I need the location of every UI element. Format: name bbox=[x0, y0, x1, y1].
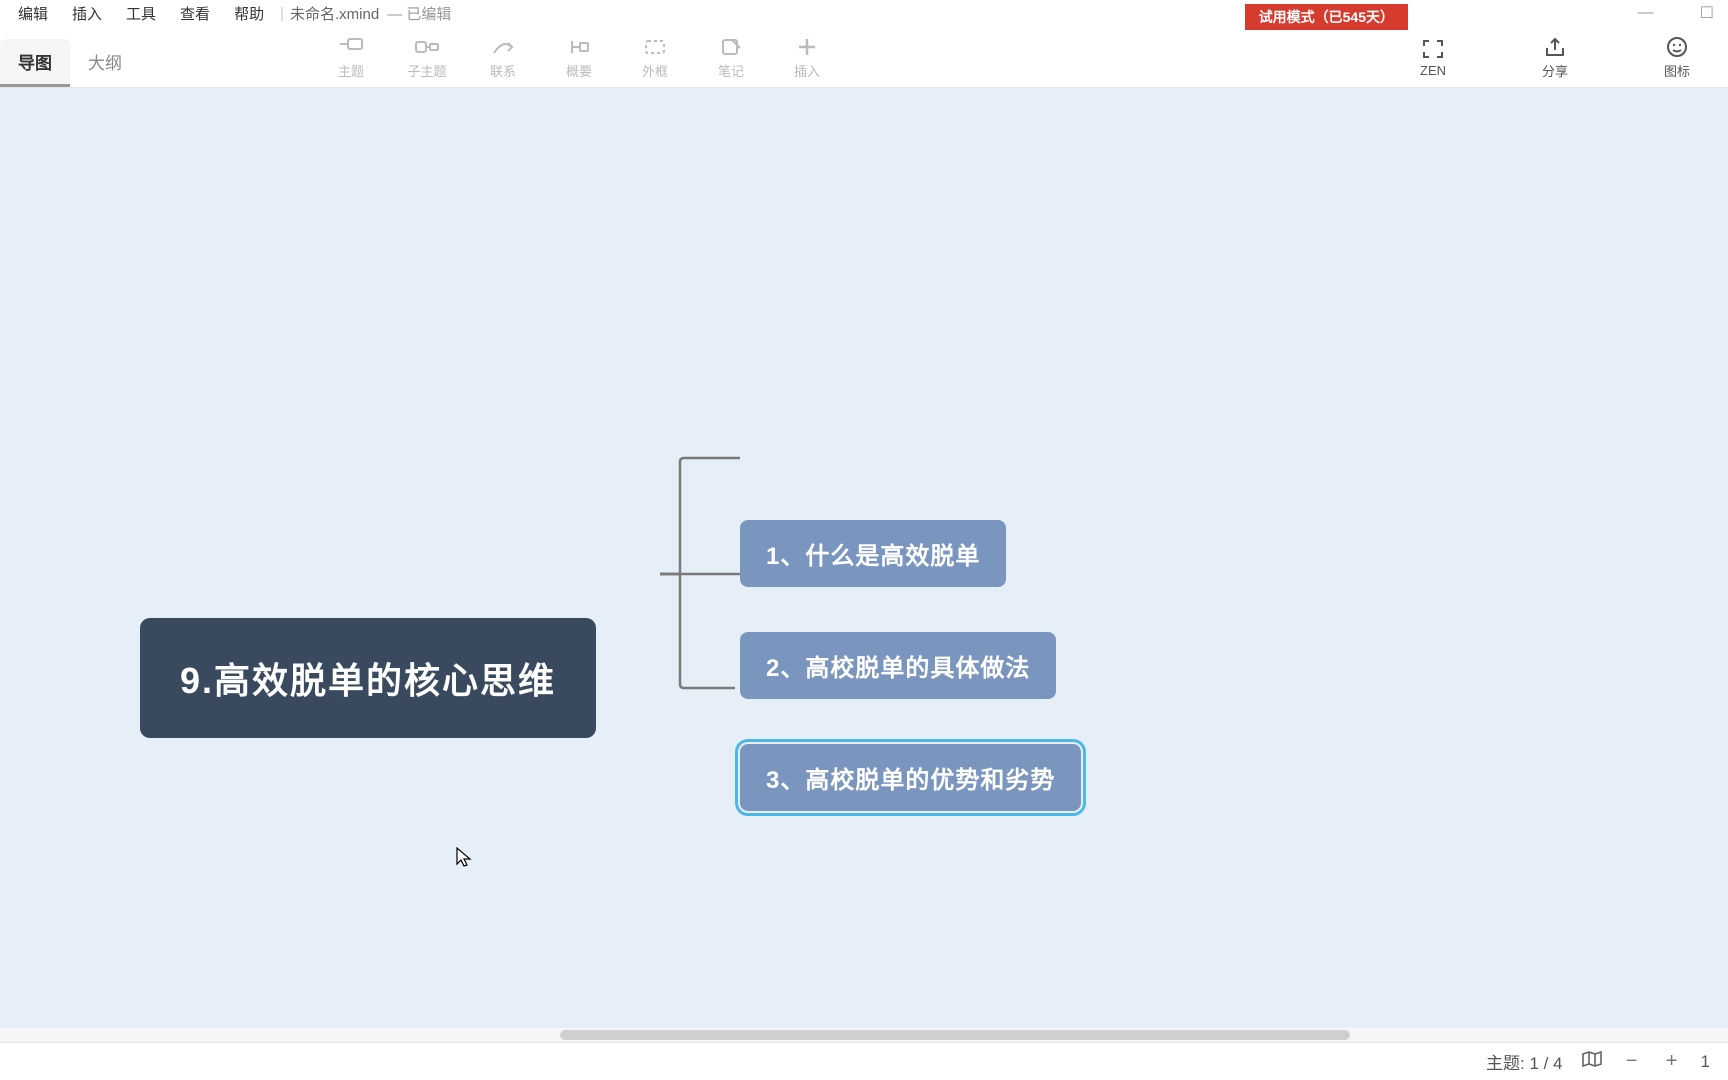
relation-icon bbox=[490, 33, 516, 61]
central-topic[interactable]: 9.高效脱单的核心思维 bbox=[140, 618, 596, 738]
minimap-icon[interactable] bbox=[1581, 1050, 1603, 1073]
tab-mindmap[interactable]: 导图 bbox=[0, 39, 70, 87]
menu-bar: 编辑 插入 工具 查看 帮助 | 未命名.xmind — 已编辑 bbox=[0, 0, 1728, 26]
note-icon bbox=[718, 33, 744, 61]
topic-label: 主题 bbox=[338, 61, 364, 80]
subtopic-1[interactable]: 1、什么是高效脱单 bbox=[740, 520, 1006, 587]
topic-button[interactable]: 主题 bbox=[320, 33, 382, 80]
toolbar-right: ZEN 分享 图标 bbox=[1402, 26, 1708, 87]
note-label: 笔记 bbox=[718, 61, 744, 80]
note-button[interactable]: 笔记 bbox=[700, 33, 762, 80]
insert-label: 插入 bbox=[794, 61, 820, 80]
toolbar-tools: 主题 子主题 联系 概要 外框 bbox=[320, 33, 838, 80]
separator: | bbox=[280, 5, 284, 22]
insert-button[interactable]: 插入 bbox=[776, 33, 838, 80]
icon-panel-label: 图标 bbox=[1664, 61, 1690, 80]
document-edited-label: — 已编辑 bbox=[387, 3, 451, 24]
subtopic-label: 子主题 bbox=[407, 61, 446, 80]
zoom-out-button[interactable]: − bbox=[1621, 1051, 1643, 1073]
horizontal-scrollbar-thumb[interactable] bbox=[560, 1030, 1350, 1040]
window-controls: — ☐ bbox=[1630, 0, 1722, 26]
menu-insert[interactable]: 插入 bbox=[60, 0, 114, 27]
toolbar: 导图 大纲 主题 子主题 联系 概要 bbox=[0, 26, 1728, 88]
menu-help[interactable]: 帮助 bbox=[222, 0, 276, 27]
subtopic-button[interactable]: 子主题 bbox=[396, 33, 458, 80]
zen-button[interactable]: ZEN bbox=[1402, 35, 1464, 78]
view-tabs: 导图 大纲 bbox=[0, 26, 140, 87]
boundary-icon bbox=[642, 33, 668, 61]
relation-label: 联系 bbox=[490, 61, 516, 80]
summary-icon bbox=[566, 33, 592, 61]
boundary-button[interactable]: 外框 bbox=[624, 33, 686, 80]
share-button[interactable]: 分享 bbox=[1524, 33, 1586, 80]
fullscreen-icon bbox=[1421, 35, 1445, 63]
tab-outline[interactable]: 大纲 bbox=[70, 39, 140, 87]
summary-label: 概要 bbox=[566, 61, 592, 80]
maximize-button[interactable]: ☐ bbox=[1692, 3, 1722, 23]
menu-tools[interactable]: 工具 bbox=[114, 0, 168, 27]
status-bar: 主题: 1 / 4 − + 1 bbox=[0, 1042, 1728, 1080]
mindmap-canvas[interactable]: 9.高效脱单的核心思维 1、什么是高效脱单 2、高校脱单的具体做法 3、高校脱单… bbox=[0, 88, 1728, 1040]
subtopic-3[interactable]: 3、高校脱单的优势和劣势 bbox=[740, 744, 1081, 811]
subtopic-2[interactable]: 2、高校脱单的具体做法 bbox=[740, 632, 1056, 699]
plus-icon bbox=[796, 33, 818, 61]
topic-count-label: 主题: 1 / 4 bbox=[1486, 1049, 1563, 1074]
summary-button[interactable]: 概要 bbox=[548, 33, 610, 80]
icon-panel-button[interactable]: 图标 bbox=[1646, 33, 1708, 80]
share-icon bbox=[1543, 33, 1567, 61]
zen-label: ZEN bbox=[1420, 63, 1446, 78]
menu-view[interactable]: 查看 bbox=[168, 0, 222, 27]
topic-icon bbox=[338, 33, 364, 61]
zoom-level: 1 bbox=[1701, 1052, 1710, 1072]
smiley-icon bbox=[1665, 33, 1689, 61]
boundary-label: 外框 bbox=[642, 61, 668, 80]
horizontal-scrollbar[interactable] bbox=[0, 1028, 1728, 1042]
minimize-button[interactable]: — bbox=[1630, 4, 1662, 22]
mouse-cursor-icon bbox=[455, 846, 473, 868]
zoom-in-button[interactable]: + bbox=[1661, 1051, 1683, 1073]
document-filename: 未命名.xmind bbox=[290, 3, 379, 24]
subtopic-icon bbox=[414, 33, 440, 61]
relation-button[interactable]: 联系 bbox=[472, 33, 534, 80]
menu-edit[interactable]: 编辑 bbox=[6, 0, 60, 27]
share-label: 分享 bbox=[1542, 61, 1568, 80]
